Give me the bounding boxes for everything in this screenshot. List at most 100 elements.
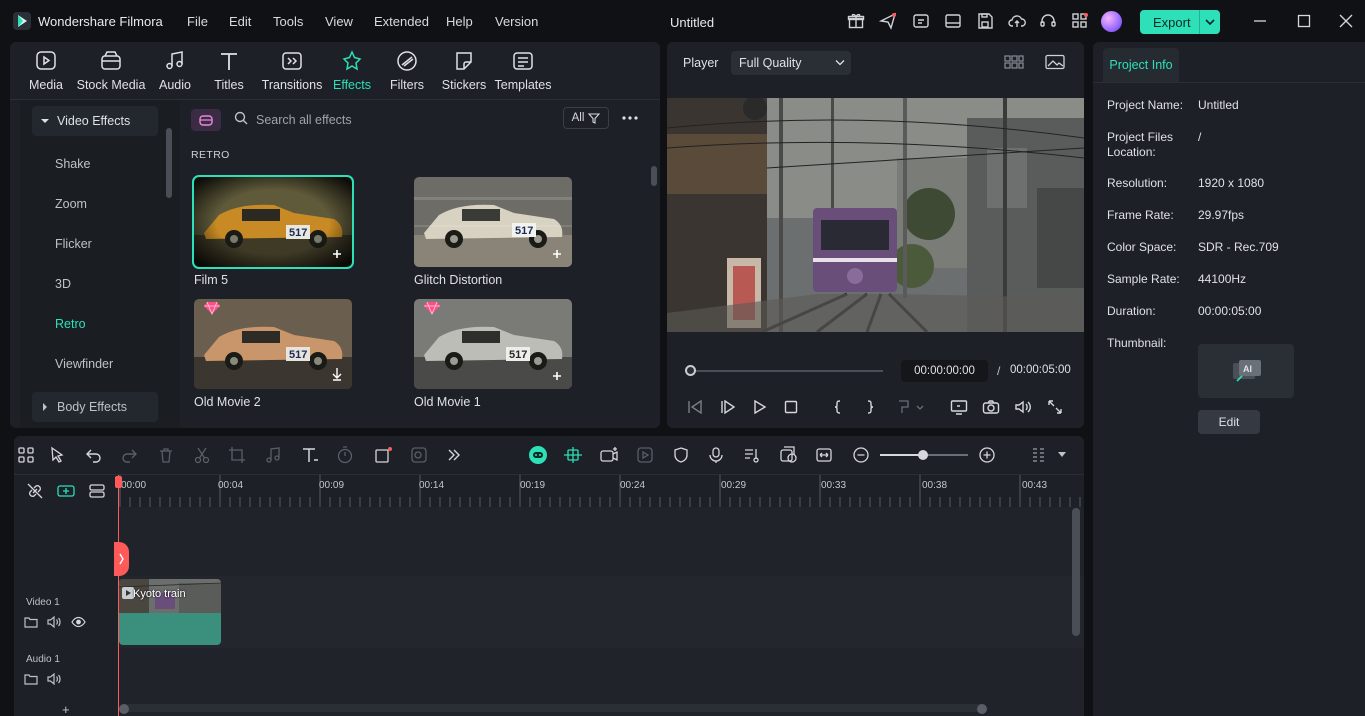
nav-item-flicker[interactable]: Flicker bbox=[55, 237, 92, 251]
export-dropdown-chevron-icon[interactable] bbox=[1199, 10, 1220, 34]
apps-grid-icon[interactable] bbox=[1071, 12, 1089, 30]
zoom-in-icon[interactable] bbox=[978, 446, 996, 464]
ai-effects-button[interactable] bbox=[191, 109, 221, 131]
auto-ripple-icon[interactable] bbox=[563, 446, 583, 464]
zoom-out-icon[interactable] bbox=[852, 446, 870, 464]
step-forward-icon[interactable] bbox=[718, 398, 736, 416]
folder-lock-icon[interactable] bbox=[24, 616, 38, 628]
media-library-icon[interactable] bbox=[912, 12, 930, 30]
mark-in-icon[interactable] bbox=[829, 398, 847, 416]
nav-scrollbar[interactable] bbox=[166, 128, 172, 198]
menu-tools[interactable]: Tools bbox=[273, 14, 303, 29]
nav-group-video-effects[interactable]: Video Effects bbox=[32, 106, 158, 136]
nav-item-viewfinder[interactable]: Viewfinder bbox=[55, 357, 113, 371]
cloud-upload-icon[interactable] bbox=[1008, 12, 1026, 30]
nav-item-shake[interactable]: Shake bbox=[55, 157, 90, 171]
layout-icon[interactable] bbox=[944, 12, 962, 30]
tab-project-info[interactable]: Project Info bbox=[1103, 48, 1179, 82]
video-track-lane[interactable] bbox=[118, 576, 1084, 648]
volume-icon[interactable] bbox=[1014, 398, 1032, 416]
tab-stickers[interactable]: Stickers bbox=[440, 50, 488, 94]
menu-view[interactable]: View bbox=[325, 14, 353, 29]
nav-group-body-effects[interactable]: Body Effects bbox=[32, 392, 158, 422]
close-icon[interactable] bbox=[1337, 12, 1355, 30]
fit-timeline-icon[interactable] bbox=[815, 446, 833, 464]
timeline-horizontal-scrollbar[interactable] bbox=[124, 704, 984, 712]
menu-version[interactable]: Version bbox=[495, 14, 538, 29]
eye-visibility-icon[interactable] bbox=[71, 616, 86, 628]
current-time[interactable]: 00:00:00:00 bbox=[901, 360, 988, 382]
cut-scissors-icon[interactable] bbox=[193, 446, 211, 464]
more-options-icon[interactable] bbox=[621, 109, 639, 127]
nav-item-retro[interactable]: Retro bbox=[55, 317, 86, 331]
effect-thumbnail[interactable]: 517 bbox=[414, 177, 572, 267]
video-preview[interactable] bbox=[667, 98, 1084, 332]
playback-scrubber-track[interactable] bbox=[691, 370, 883, 372]
previous-frame-icon[interactable] bbox=[686, 398, 704, 416]
menu-help[interactable]: Help bbox=[446, 14, 473, 29]
menu-extended[interactable]: Extended bbox=[374, 14, 429, 29]
gift-icon[interactable] bbox=[847, 12, 865, 30]
caret-down-icon[interactable] bbox=[1058, 452, 1066, 458]
nav-item-3d[interactable]: 3D bbox=[55, 277, 71, 291]
tab-audio[interactable]: Audio bbox=[156, 50, 194, 94]
display-monitor-icon[interactable] bbox=[950, 398, 968, 416]
tab-transitions[interactable]: Transitions bbox=[260, 50, 324, 94]
stop-icon[interactable] bbox=[782, 398, 800, 416]
menu-edit[interactable]: Edit bbox=[229, 14, 251, 29]
playhead-marker[interactable] bbox=[114, 542, 129, 576]
user-avatar[interactable] bbox=[1101, 11, 1122, 32]
video-clip[interactable]: Kyoto train bbox=[119, 579, 221, 645]
camera-snapshot-icon[interactable] bbox=[982, 398, 1000, 416]
tab-effects[interactable]: Effects bbox=[330, 50, 374, 94]
link-unlink-icon[interactable] bbox=[26, 482, 44, 500]
scrollbar-start-handle[interactable] bbox=[119, 704, 129, 714]
keyframe-box-icon[interactable] bbox=[374, 446, 392, 464]
redo-icon[interactable] bbox=[120, 446, 138, 464]
filter-button[interactable]: All bbox=[563, 107, 609, 129]
speed-timer-icon[interactable] bbox=[336, 446, 354, 464]
select-cursor-icon[interactable] bbox=[49, 446, 67, 464]
tab-titles[interactable]: Titles bbox=[212, 50, 246, 94]
effect-card-glitch-distortion[interactable]: 517 Glitch Distortion bbox=[414, 177, 572, 287]
quality-select[interactable]: Full Quality bbox=[731, 51, 851, 75]
effect-thumbnail[interactable]: 517 bbox=[192, 175, 354, 269]
fullscreen-icon[interactable] bbox=[1046, 398, 1064, 416]
effect-card-film-5[interactable]: 517 Film 5 bbox=[192, 175, 354, 287]
nav-item-zoom[interactable]: Zoom bbox=[55, 197, 87, 211]
add-track-button[interactable]: + bbox=[62, 702, 70, 716]
folder-lock-icon[interactable] bbox=[24, 673, 38, 685]
undo-icon[interactable] bbox=[85, 446, 103, 464]
color-match-icon[interactable] bbox=[410, 446, 428, 464]
mark-out-icon[interactable] bbox=[861, 398, 879, 416]
playback-scrubber-handle[interactable] bbox=[685, 365, 696, 376]
play-range-icon[interactable] bbox=[636, 446, 654, 464]
ai-copilot-icon[interactable] bbox=[527, 444, 549, 466]
effects-scrollbar[interactable] bbox=[651, 166, 657, 186]
support-headset-icon[interactable] bbox=[1039, 12, 1057, 30]
scrollbar-end-handle[interactable] bbox=[977, 704, 987, 714]
save-icon[interactable] bbox=[976, 12, 994, 30]
maximize-icon[interactable] bbox=[1295, 12, 1313, 30]
preview-render-icon[interactable] bbox=[779, 446, 797, 464]
microphone-icon[interactable] bbox=[707, 446, 725, 464]
audio-mixer-icon[interactable] bbox=[743, 446, 761, 464]
text-tool-icon[interactable] bbox=[301, 446, 319, 464]
search-input[interactable] bbox=[256, 110, 536, 130]
edit-thumbnail-button[interactable]: Edit bbox=[1198, 410, 1260, 434]
add-track-icon[interactable] bbox=[56, 482, 76, 500]
crop-icon[interactable] bbox=[228, 446, 246, 464]
shield-marker-icon[interactable] bbox=[672, 446, 690, 464]
menu-file[interactable]: File bbox=[187, 14, 208, 29]
grid-view-icon[interactable] bbox=[1004, 54, 1024, 70]
send-feedback-icon[interactable] bbox=[879, 12, 897, 30]
marker-icon[interactable] bbox=[895, 398, 924, 416]
play-icon[interactable] bbox=[750, 398, 768, 416]
delete-icon[interactable] bbox=[157, 446, 175, 464]
track-manager-icon[interactable] bbox=[88, 482, 106, 500]
zoom-slider-handle[interactable] bbox=[918, 450, 928, 460]
mute-audio-icon[interactable] bbox=[47, 672, 61, 686]
project-thumbnail[interactable]: AI bbox=[1198, 344, 1294, 398]
minimize-icon[interactable] bbox=[1251, 12, 1269, 30]
snapshot-image-icon[interactable] bbox=[1045, 54, 1065, 70]
